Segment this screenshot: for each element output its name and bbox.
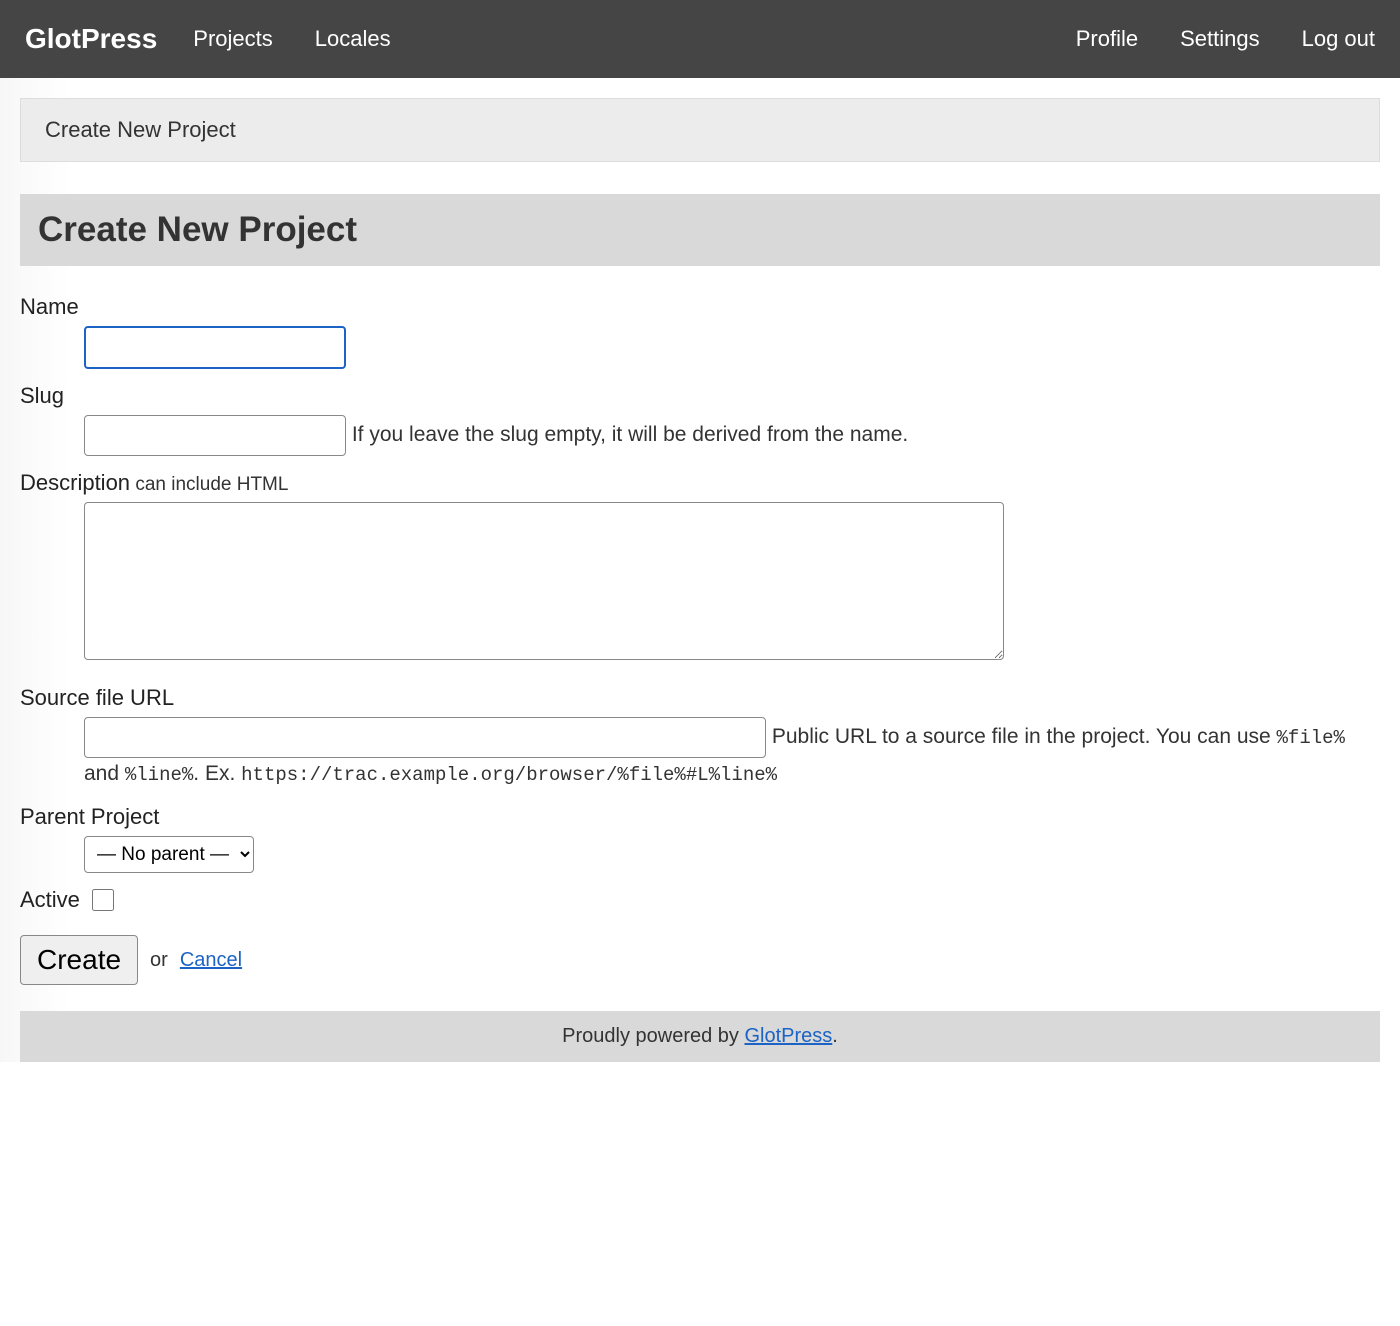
nav-profile[interactable]: Profile (1076, 26, 1138, 52)
active-row: Active (20, 887, 1380, 913)
source-url-token-line: %line% (125, 764, 193, 786)
slug-label: Slug (20, 383, 1380, 409)
source-url-hint-mid2: . Ex. (193, 762, 241, 785)
slug-input[interactable] (84, 415, 346, 456)
nav-logout[interactable]: Log out (1302, 26, 1375, 52)
footer-link[interactable]: GlotPress (744, 1025, 832, 1047)
footer: Proudly powered by GlotPress. (20, 1011, 1380, 1062)
footer-text: Proudly powered by (562, 1025, 744, 1047)
or-text: or (150, 949, 168, 972)
footer-suffix: . (832, 1025, 838, 1047)
active-checkbox[interactable] (92, 889, 114, 911)
source-url-example: https://trac.example.org/browser/%file%#… (241, 764, 777, 786)
form-actions: Create or Cancel (20, 935, 1380, 985)
active-label: Active (20, 887, 80, 913)
brand-logo[interactable]: GlotPress (25, 23, 157, 55)
description-textarea[interactable] (84, 502, 1004, 660)
source-url-hint-mid1: and (84, 762, 125, 785)
source-url-label: Source file URL (20, 685, 1380, 711)
cancel-link[interactable]: Cancel (180, 949, 242, 972)
nav-locales[interactable]: Locales (315, 26, 391, 52)
description-label: Description can include HTML (20, 470, 1380, 496)
source-url-token-file: %file% (1277, 727, 1345, 749)
content: Create New Project Create New Project Na… (0, 78, 1400, 1062)
nav-settings[interactable]: Settings (1180, 26, 1260, 52)
source-url-input[interactable] (84, 717, 766, 758)
project-form: Name Slug If you leave the slug empty, i… (20, 294, 1380, 913)
source-url-hint-pre: Public URL to a source file in the proje… (772, 725, 1277, 748)
nav-right: Profile Settings Log out (1076, 26, 1375, 52)
description-hint: can include HTML (130, 474, 288, 495)
nav-projects[interactable]: Projects (193, 26, 272, 52)
top-bar: GlotPress Projects Locales Profile Setti… (0, 0, 1400, 78)
page-title: Create New Project (20, 194, 1380, 266)
description-label-text: Description (20, 470, 130, 495)
slug-hint: If you leave the slug empty, it will be … (352, 423, 908, 446)
name-input[interactable] (84, 326, 346, 369)
parent-label: Parent Project (20, 804, 1380, 830)
breadcrumb: Create New Project (20, 98, 1380, 162)
name-label: Name (20, 294, 1380, 320)
nav-left: Projects Locales (193, 26, 1075, 52)
create-button[interactable]: Create (20, 935, 138, 985)
parent-select[interactable]: — No parent — (84, 836, 254, 873)
